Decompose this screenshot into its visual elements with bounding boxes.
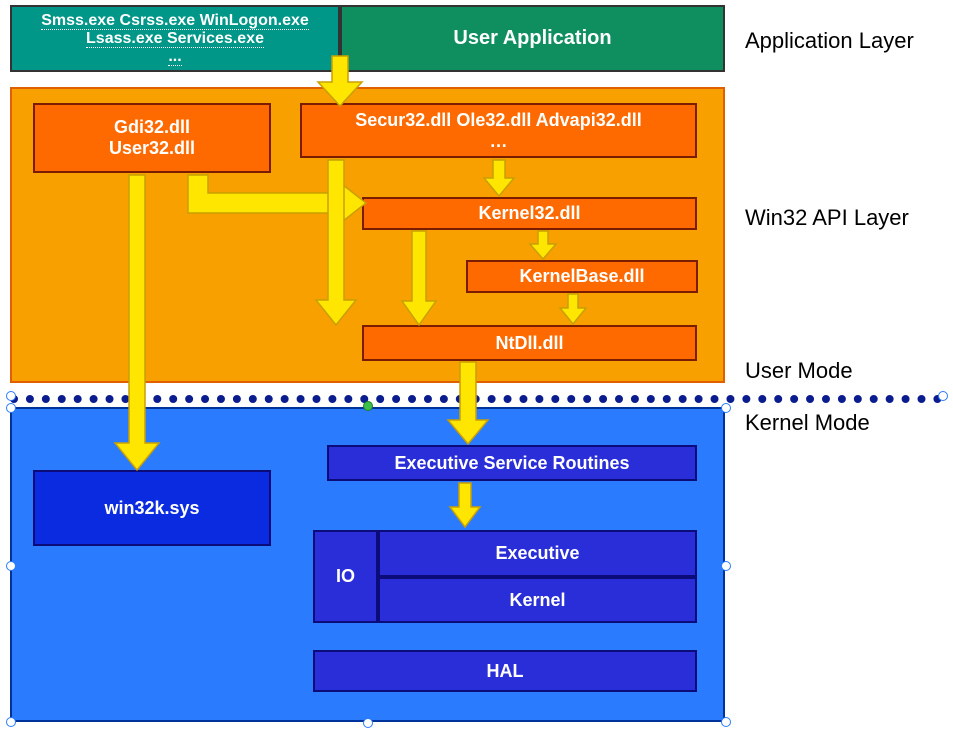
kernel32-label: Kernel32.dll: [478, 203, 580, 224]
label-application-layer: Application Layer: [745, 28, 914, 54]
gdi-line2: User32.dll: [109, 138, 195, 159]
label-kernel-mode: Kernel Mode: [745, 410, 870, 436]
label-win32-api-layer: Win32 API Layer: [745, 205, 909, 231]
exec-svc-label: Executive Service Routines: [394, 453, 629, 474]
secur-line1: Secur32.dll Ole32.dll Advapi32.dll: [355, 110, 641, 131]
box-kernelbase: KernelBase.dll: [466, 260, 698, 293]
selection-handle-midleft-icon: [6, 561, 16, 571]
win32k-label: win32k.sys: [104, 498, 199, 519]
arrow-kernel32-ntdll-icon: [402, 231, 436, 325]
arrow-kernel32-kernelbase-icon: [530, 231, 556, 259]
arrow-exec-executive-icon: [450, 483, 480, 527]
box-system-processes: Smss.exe Csrss.exe WinLogon.exe Lsass.ex…: [10, 5, 340, 72]
box-user-application: User Application: [340, 5, 725, 72]
sys-procs-line3: ...: [168, 48, 181, 66]
label-user-mode: User Mode: [745, 358, 853, 384]
box-secur-ole-advapi: Secur32.dll Ole32.dll Advapi32.dll …: [300, 103, 697, 158]
box-kernel: Kernel: [378, 577, 697, 623]
box-exec-svc-routines: Executive Service Routines: [327, 445, 697, 481]
arrow-gdi-win32k-icon: [115, 175, 159, 470]
selection-handle-tl-icon: [6, 403, 16, 413]
kernel-label: Kernel: [509, 590, 565, 611]
box-executive: Executive: [378, 530, 697, 577]
kernelbase-label: KernelBase.dll: [519, 266, 644, 287]
secur-line2: …: [490, 131, 508, 152]
selection-handle-br-icon: [721, 717, 731, 727]
rotate-handle-icon: [363, 401, 373, 411]
box-win32k: win32k.sys: [33, 470, 271, 546]
box-io: IO: [313, 530, 378, 623]
box-hal: HAL: [313, 650, 697, 692]
selection-handle-bl-icon: [6, 717, 16, 727]
arrow-secur-kernel32-icon: [484, 160, 514, 196]
box-kernel32: Kernel32.dll: [362, 197, 697, 230]
sys-procs-line1: Smss.exe Csrss.exe WinLogon.exe: [41, 12, 309, 30]
selection-handle-tr-icon: [721, 403, 731, 413]
box-ntdll: NtDll.dll: [362, 325, 697, 361]
gdi-line1: Gdi32.dll: [114, 117, 190, 138]
arrow-userapp-down-icon: [318, 56, 362, 106]
ntdll-label: NtDll.dll: [496, 333, 564, 354]
selection-handle-left-icon: [6, 391, 16, 401]
selection-handle-midright-icon: [721, 561, 731, 571]
hal-label: HAL: [487, 661, 524, 682]
arrow-ntdll-exec-icon: [448, 362, 488, 444]
user-app-label: User Application: [453, 27, 611, 50]
box-gdi-user: Gdi32.dll User32.dll: [33, 103, 271, 173]
arrow-api-ntdll-left-icon: [316, 160, 356, 325]
executive-label: Executive: [495, 543, 579, 564]
selection-handle-right-icon: [938, 391, 948, 401]
sys-procs-line2: Lsass.exe Services.exe: [86, 30, 264, 48]
io-label: IO: [336, 566, 355, 587]
arrow-kernelbase-ntdll-icon: [560, 294, 586, 324]
selection-handle-bottom-icon: [363, 718, 373, 728]
